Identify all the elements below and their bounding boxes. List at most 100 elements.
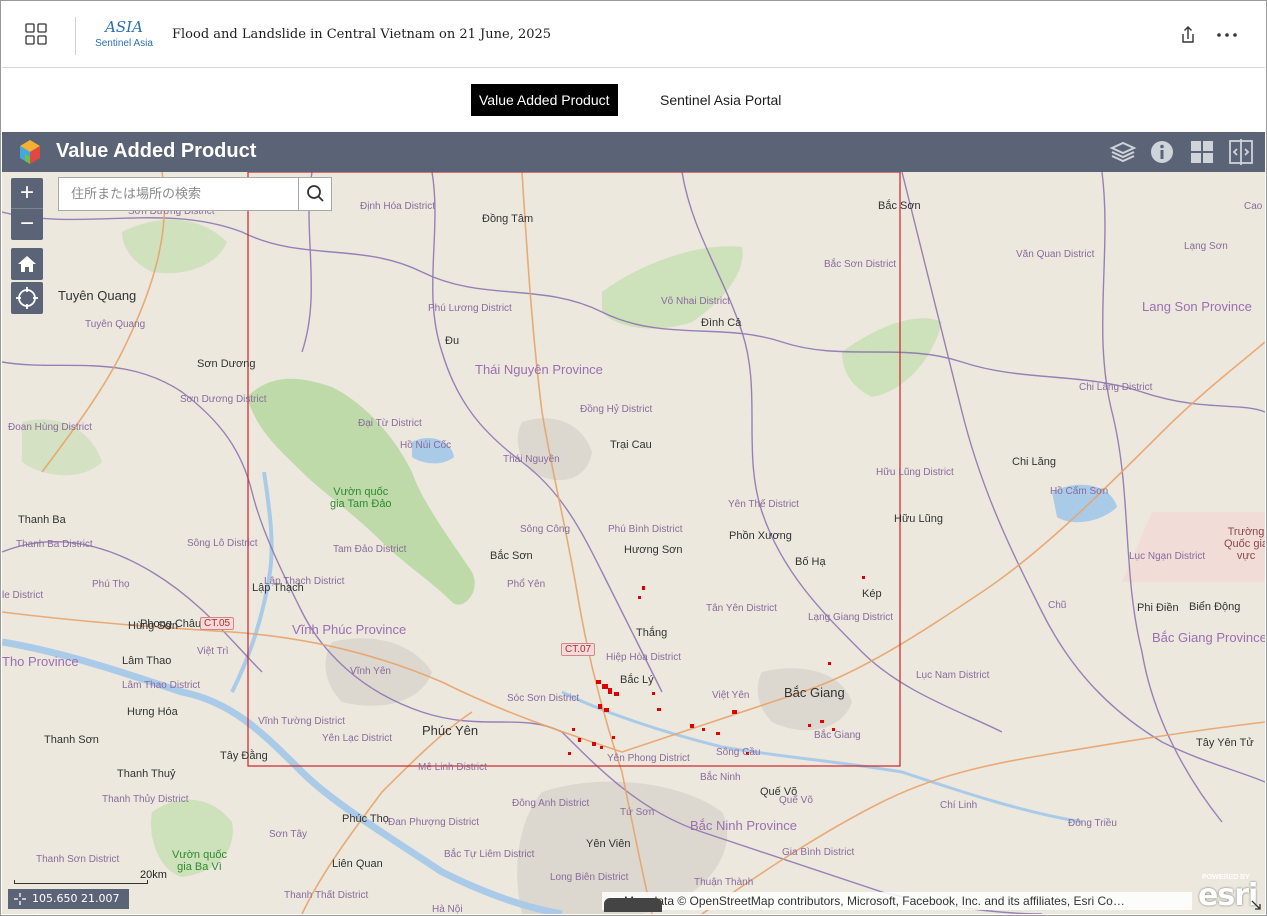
map-label-district: Lâm Thao District [122, 680, 201, 691]
more-horizontal-icon[interactable] [1214, 24, 1240, 46]
map-label-district: Yên Thế District [728, 499, 799, 510]
map-label-city: Chi Lăng [1012, 456, 1057, 468]
map-label-city: Liên Quan [332, 858, 383, 870]
search-widget [58, 177, 332, 211]
sentinel-asia-logo: ASIA Sentinel Asia [92, 16, 156, 56]
map-label-district: Văn Quan District [1016, 249, 1095, 260]
map-label-city: Tây Đằng [220, 750, 268, 762]
map-label-district: Đan Phượng District [388, 817, 480, 828]
coordinate-text: 105.650 21.007 度 [32, 892, 120, 914]
scale-line [14, 880, 148, 884]
map-label-district: Yên Phong District [607, 753, 690, 764]
map-label-district: Quế Võ [779, 795, 813, 806]
map-label-district: Chũ [1048, 600, 1067, 611]
apps-grid-icon[interactable] [24, 22, 52, 50]
map-label-city: Thắng [636, 627, 668, 639]
info-icon[interactable] [1146, 136, 1178, 168]
map-label-district: Sông Công [520, 524, 571, 535]
map-label-district: Vĩnh Yên [350, 666, 391, 677]
map-label-district: Chí Linh [940, 800, 978, 811]
search-icon[interactable] [298, 178, 331, 210]
map-label-district: Bắc Sơn District [824, 259, 897, 270]
map-label-district: Yên Lạc District [322, 733, 393, 744]
locate-icon[interactable] [11, 282, 43, 314]
map-label-city: Đồng Tâm [482, 213, 534, 225]
map-title-bar: Value Added Product [2, 132, 1265, 172]
zoom-in-button[interactable]: + [11, 178, 43, 209]
forest-area [842, 318, 942, 397]
map-label-district: Sông Cầu [716, 747, 761, 758]
map-label-city: Đu [445, 335, 460, 347]
map-label-district: Phú Lương District [428, 303, 512, 314]
esri-logo: POWERED BY esri [1194, 872, 1258, 913]
resize-corner-icon[interactable] [1250, 898, 1262, 910]
map-label-district: Sóc Sơn District [507, 693, 580, 704]
map-label-province: Vĩnh Phúc Province [292, 622, 407, 637]
page-title: Flood and Landslide in Central Vietnam o… [172, 27, 552, 42]
map-label-district: Tứ Sơn [620, 807, 655, 818]
map-label-city: Bắc Giang [784, 685, 845, 700]
share-icon[interactable] [1177, 24, 1199, 46]
tab-value-added-product[interactable]: Value Added Product [471, 84, 618, 116]
map-label-city: Tây Yên Tử [1196, 737, 1254, 749]
map-label-city: Tuyên Quang [58, 288, 137, 303]
map-label-district: Bắc Tự Liêm District [444, 849, 535, 860]
map-label-district: Thanh Ba District [16, 539, 93, 550]
header-divider [75, 17, 76, 55]
map-label-city: Phi Điền [1137, 602, 1179, 614]
map-label-city: Biển Động [1189, 601, 1241, 613]
map-view[interactable]: Thái Nguyên Province Vĩnh Phúc Province … [2, 172, 1265, 914]
map-label-district: Chi Lăng District [1079, 382, 1153, 393]
map-attribution[interactable]: Map data © OpenStreetMap contributors, M… [602, 892, 1192, 910]
map-label-district: Gia Bình District [782, 847, 855, 858]
map-label-province: Thái Nguyên Province [475, 362, 603, 377]
swipe-compare-icon[interactable] [1225, 136, 1257, 168]
tab-sentinel-asia-portal[interactable]: Sentinel Asia Portal [652, 84, 789, 116]
map-label-district: Vĩnh Tường District [258, 716, 345, 727]
map-label-district: Phổ Yên [507, 579, 546, 590]
map-label-province: Bắc Giang Province [1152, 630, 1265, 645]
scale-bar: 20km [14, 869, 167, 884]
map-label-province: Lang Son Province [1142, 299, 1252, 314]
tab-bar: Value Added Product Sentinel Asia Portal [2, 68, 1265, 132]
map-label-district: Bắc Ninh [700, 772, 741, 783]
map-label-district: Đông Triều [1068, 818, 1117, 829]
map-label-district: Hồ Cấm Sơn [1050, 486, 1109, 497]
road-shield: CT.07 [561, 643, 596, 656]
map-label-district: Cao [1244, 201, 1263, 212]
map-label-district: Đồng Hỷ District [580, 404, 653, 415]
map-label-district: Phú Bình District [608, 524, 683, 535]
map-label-district: Sông Lô District [187, 538, 258, 549]
map-label-district: Thanh Thủy District [102, 794, 189, 805]
map-label-district: Tuyên Quang [85, 319, 146, 330]
cube-logo-icon [16, 138, 44, 166]
map-label-province: Bắc Ninh Province [690, 818, 797, 833]
basemap-gallery-icon[interactable] [1186, 136, 1218, 168]
map-label-district: Tân Yên District [706, 603, 777, 614]
map-label-city: Lâm Thao [122, 655, 172, 667]
forest-area [122, 219, 227, 274]
map-label-city: Hương Sơn [624, 544, 683, 556]
map-label-city: Trại Cau [610, 439, 652, 451]
layers-icon[interactable] [1107, 136, 1139, 168]
map-label-district: Sơn Dương District [180, 394, 267, 405]
map-label-city: Bố Hạ [795, 556, 826, 568]
map-label-province: Tho Province [2, 654, 79, 669]
map-label-city: Bắc Sơn [490, 550, 533, 562]
zoom-out-button[interactable]: − [11, 209, 43, 240]
map-label-city: Phúc Yên [422, 723, 479, 738]
map-label-district: Hà Nội [432, 904, 463, 914]
crosshair-icon [12, 891, 28, 907]
search-input[interactable] [59, 178, 298, 210]
attribution-toggle[interactable] [604, 898, 662, 912]
map-label-district: Định Hóa District [360, 201, 436, 212]
esri-wordmark: esri [1198, 878, 1258, 913]
home-icon[interactable] [11, 248, 43, 280]
map-label-district: Long Biên District [550, 872, 629, 883]
map-label-district: Việt Yên [712, 690, 750, 701]
map-label-park: Vườn quốc gia Ba Vì [172, 849, 227, 873]
coordinate-readout[interactable]: 105.650 21.007 度 [8, 889, 129, 914]
map-label-district: Tam Đảo District [333, 544, 407, 555]
map-label-district: Sơn Tây [269, 829, 308, 840]
map-label-city: Hữu Lũng [894, 513, 943, 525]
